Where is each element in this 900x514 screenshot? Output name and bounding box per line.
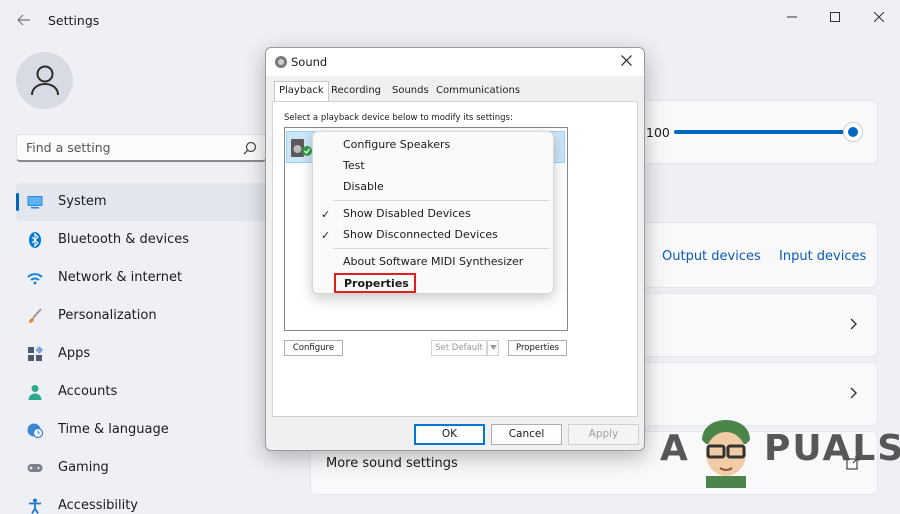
sidebar-item-network[interactable]: Network & internet	[16, 259, 268, 297]
tab-communications[interactable]: Communications	[432, 83, 524, 101]
mascot-logo-icon	[702, 420, 750, 488]
sidebar-item-label: Accessibility	[58, 498, 138, 513]
sidebar-nav: System Bluetooth & devices Network & int…	[16, 183, 268, 514]
sidebar-item-time-language[interactable]: Time & language	[16, 411, 268, 449]
menu-item-disable[interactable]: Disable	[343, 180, 384, 193]
volume-slider-track[interactable]	[674, 130, 852, 134]
sidebar-item-bluetooth[interactable]: Bluetooth & devices	[16, 221, 268, 259]
search-box[interactable]	[16, 134, 266, 162]
input-devices-link[interactable]: Input devices	[779, 249, 866, 264]
person-icon	[28, 385, 42, 400]
sidebar-item-label: Accounts	[58, 384, 118, 399]
chevron-right-icon	[850, 385, 858, 403]
configure-button[interactable]: Configure	[284, 340, 343, 356]
sidebar-item-apps[interactable]: Apps	[16, 335, 268, 373]
menu-item-about-midi[interactable]: About Software MIDI Synthesizer	[343, 255, 523, 268]
chevron-right-icon	[850, 316, 858, 334]
menu-item-configure-speakers[interactable]: Configure Speakers	[343, 138, 450, 151]
more-sound-settings-label: More sound settings	[326, 456, 458, 471]
menu-item-properties[interactable]: Properties	[344, 277, 409, 290]
speaker-device-icon	[291, 139, 312, 157]
dialog-title: Sound	[291, 55, 328, 69]
app-title: Settings	[48, 13, 100, 28]
menu-separator	[333, 248, 549, 249]
properties-button[interactable]: Properties	[508, 340, 567, 356]
search-input[interactable]	[26, 140, 236, 155]
apply-button[interactable]: Apply	[568, 424, 639, 445]
menu-item-show-disabled-devices[interactable]: Show Disabled Devices	[343, 207, 471, 220]
sidebar-item-accounts[interactable]: Accounts	[16, 373, 268, 411]
wifi-icon	[27, 273, 43, 285]
brush-icon	[29, 308, 42, 323]
sidebar-item-label: Personalization	[58, 308, 157, 323]
sidebar-item-personalization[interactable]: Personalization	[16, 297, 268, 335]
avatar[interactable]	[16, 52, 73, 109]
volume-value: 100	[646, 125, 670, 140]
watermark-text: PUALS	[764, 428, 900, 469]
minimize-button[interactable]	[777, 6, 807, 30]
monitor-icon	[27, 196, 43, 209]
speaker-icon	[275, 56, 287, 68]
checkmark-icon: ✓	[321, 208, 331, 221]
sidebar-item-label: Apps	[58, 346, 91, 361]
sidebar-item-system[interactable]: System	[16, 183, 268, 221]
checkmark-icon: ✓	[321, 229, 331, 242]
tab-sounds[interactable]: Sounds	[388, 83, 433, 101]
close-button[interactable]	[864, 6, 894, 30]
menu-separator	[333, 200, 549, 201]
sidebar-item-label: Time & language	[58, 422, 169, 437]
sidebar-item-gaming[interactable]: Gaming	[16, 449, 268, 487]
back-arrow-icon[interactable]	[14, 11, 34, 31]
watermark-letter-a: A	[660, 428, 690, 469]
clock-globe-icon	[27, 423, 43, 438]
tab-playback[interactable]: Playback	[274, 81, 329, 102]
person-icon	[31, 65, 59, 95]
tab-recording[interactable]: Recording	[327, 83, 385, 101]
set-default-dropdown[interactable]	[487, 340, 499, 356]
volume-slider-thumb[interactable]	[843, 122, 863, 142]
menu-item-properties-highlight[interactable]: Properties	[334, 273, 416, 293]
menu-item-show-disconnected-devices[interactable]: Show Disconnected Devices	[343, 228, 498, 241]
dialog-title-bar: Sound	[266, 48, 644, 76]
search-icon[interactable]	[243, 141, 257, 155]
sidebar-item-label: Bluetooth & devices	[58, 232, 189, 247]
dialog-close-button[interactable]	[616, 51, 636, 71]
bluetooth-icon	[29, 232, 41, 248]
menu-item-test[interactable]: Test	[343, 159, 365, 172]
set-default-button[interactable]: Set Default	[431, 340, 487, 356]
sidebar-item-label: Network & internet	[58, 270, 183, 285]
sidebar-item-label: Gaming	[58, 460, 109, 475]
sidebar-item-accessibility[interactable]: Accessibility	[16, 487, 268, 514]
ok-button[interactable]: OK	[414, 424, 485, 445]
context-menu: Configure Speakers Test Disable ✓ Show D…	[312, 131, 554, 294]
cancel-button[interactable]: Cancel	[491, 424, 562, 445]
gamepad-icon	[27, 464, 43, 472]
chevron-down-icon	[489, 345, 497, 350]
output-devices-link[interactable]: Output devices	[662, 249, 761, 264]
sidebar-item-label: System	[58, 194, 107, 209]
playback-instruction: Select a playback device below to modify…	[284, 113, 513, 123]
close-icon	[620, 55, 632, 66]
title-bar: Settings	[0, 0, 900, 42]
appuals-watermark: A PUALS	[660, 418, 900, 488]
accessibility-icon	[29, 498, 41, 514]
maximize-button[interactable]	[820, 6, 850, 30]
apps-icon	[28, 346, 43, 361]
